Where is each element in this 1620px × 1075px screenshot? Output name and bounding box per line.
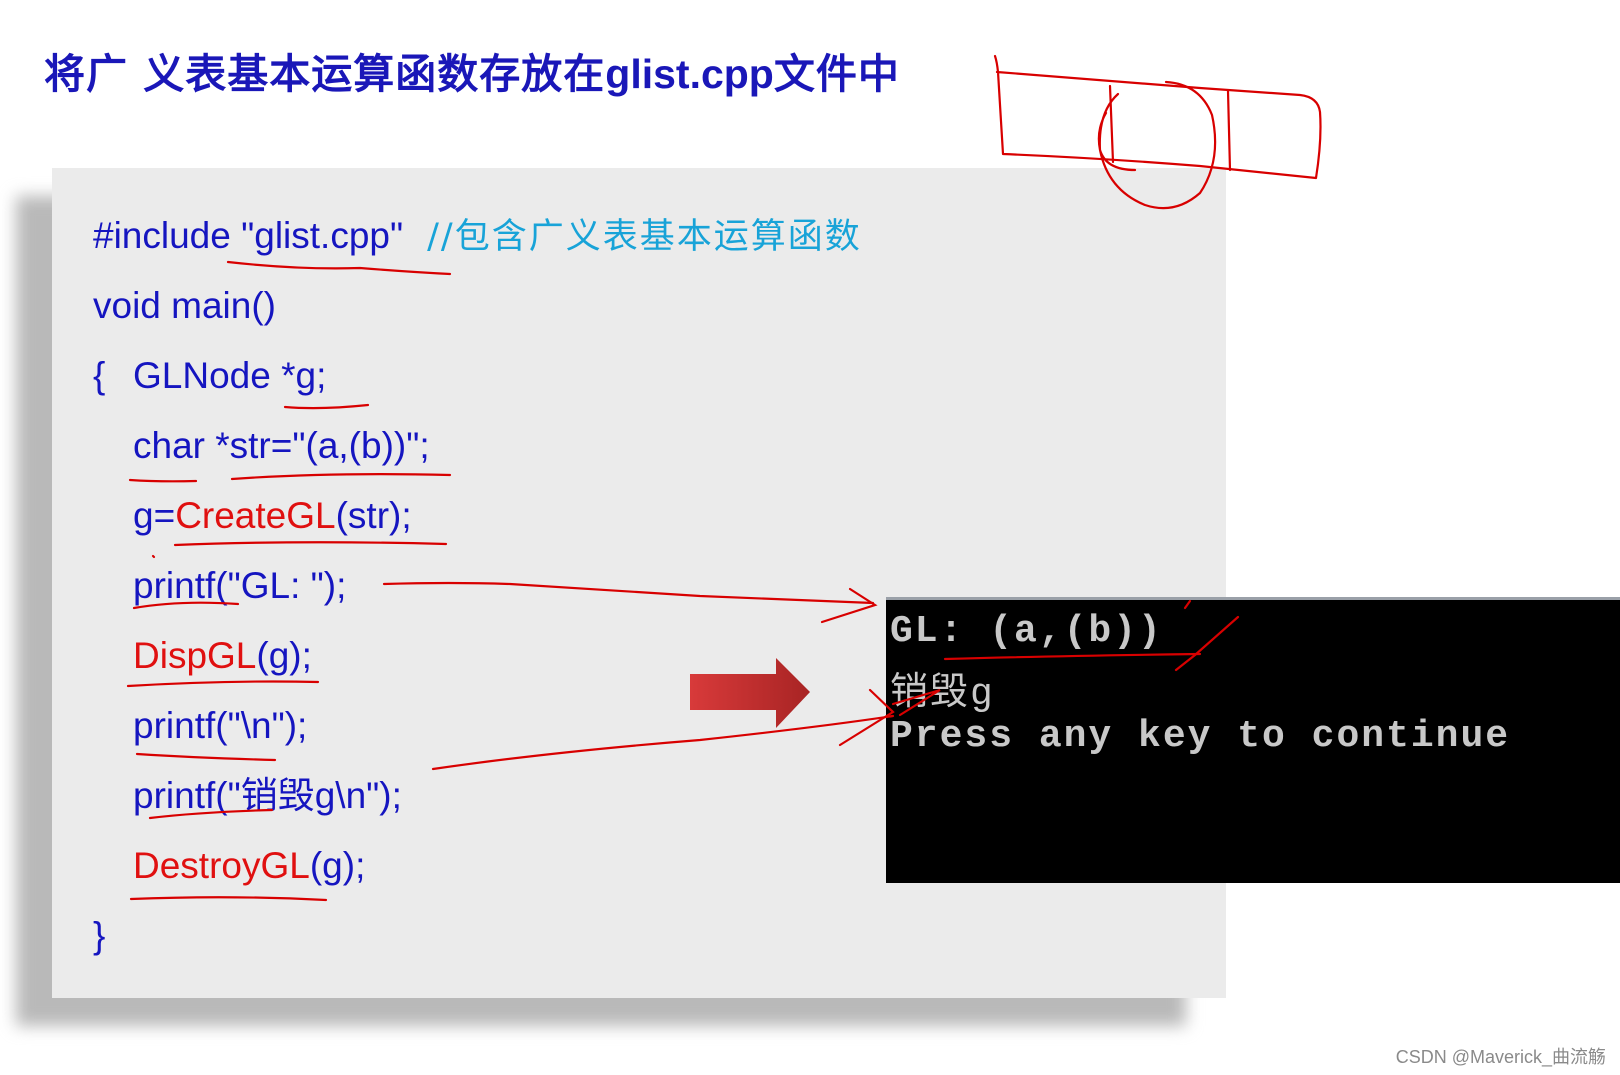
code-line-printf-newline: printf("\n");: [133, 705, 308, 746]
code-line-printf-destroy: printf("销毁g\n");: [133, 775, 402, 816]
create-fn: CreateGL: [175, 495, 336, 536]
node-sketch-divider-2: [1226, 89, 1232, 172]
code-line-decl-str: char *str="(a,(b))";: [133, 425, 430, 466]
title-prefix: 将广 义表基本运算函数存放在: [44, 50, 606, 98]
code-line-close-brace: }: [93, 915, 106, 956]
slide-title: 将广 义表基本运算函数存放在glist.cpp文件中: [44, 40, 900, 100]
code-line-disp: DispGL(g);: [133, 636, 312, 676]
create-lhs: g=: [133, 495, 176, 536]
watermark: CSDN @Maverick_曲流觞: [1395, 1047, 1606, 1067]
code-line-decl-node: GLNode *g;: [133, 355, 327, 396]
console-line-2: 销毁g: [890, 673, 995, 716]
destroy-args: (g);: [309, 845, 366, 886]
create-args: (str);: [335, 495, 412, 536]
code-line-printf-gl: printf("GL: ");: [133, 565, 347, 606]
disp-fn: DispGL: [133, 635, 257, 676]
code-line-create: g=CreateGL(str);: [133, 496, 412, 536]
node-sketch-divider-1: [1108, 84, 1115, 164]
destroy-fn: DestroyGL: [133, 845, 310, 886]
title-filename: glist.cpp: [605, 51, 774, 97]
console-line-1: GL: (a,(b)): [890, 610, 1163, 653]
node-sketch-box: [993, 54, 1322, 180]
code-line-destroy: DestroyGL(g);: [133, 846, 365, 886]
title-suffix: 文件中: [773, 50, 900, 98]
disp-args: (g);: [256, 635, 312, 676]
include-comment: //包含广义表基本运算函数: [427, 217, 862, 257]
include-file: "glist.cpp": [241, 215, 404, 256]
code-line-main: void main(): [93, 285, 276, 326]
code-line-open-brace: {: [93, 355, 106, 396]
console-output: GL: (a,(b)) 销毁g Press any key to continu…: [886, 597, 1620, 883]
right-arrow-icon: [690, 658, 810, 728]
console-line-3: Press any key to continue: [890, 715, 1511, 758]
include-directive: #include: [93, 215, 242, 256]
code-line-include: #include "glist.cpp" //包含广义表基本运算函数: [93, 215, 862, 258]
